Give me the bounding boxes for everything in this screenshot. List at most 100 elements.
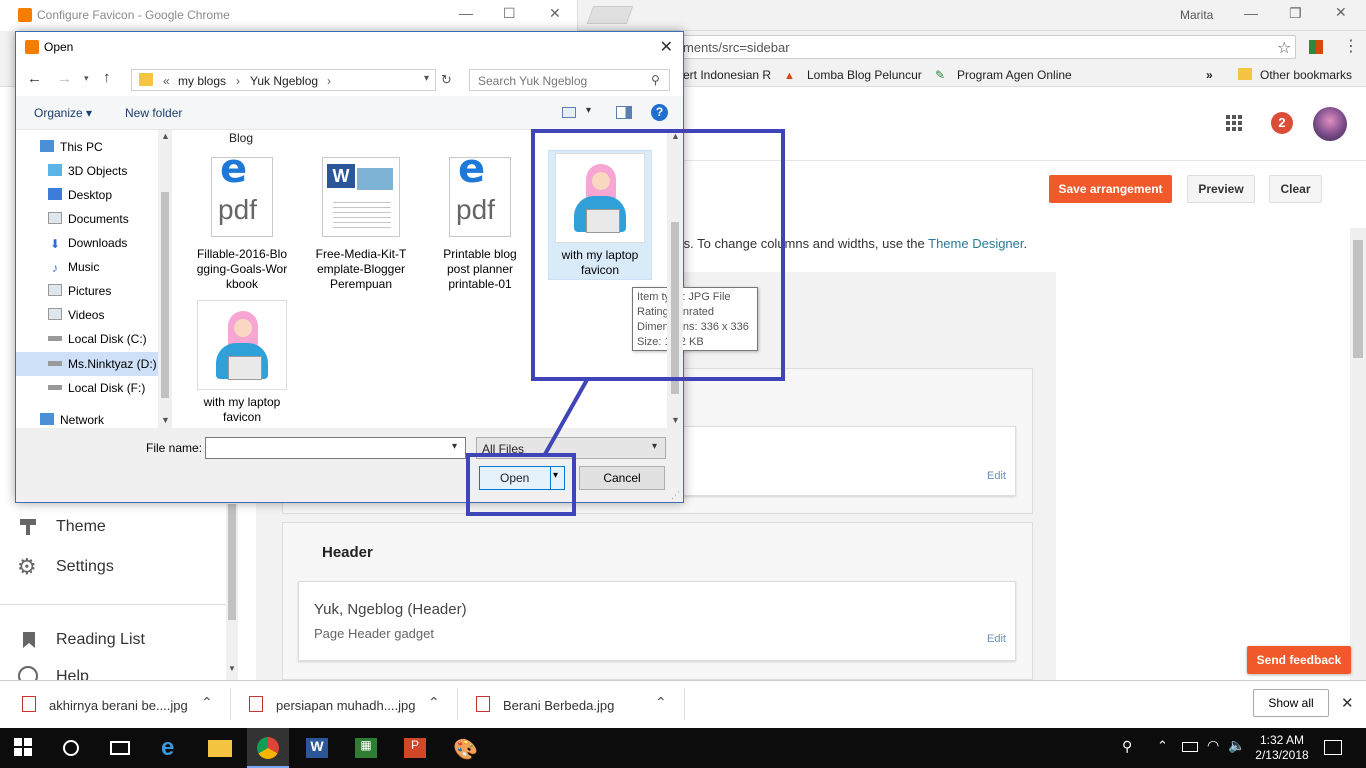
extension-icon[interactable]	[1309, 40, 1323, 54]
back-arrow-icon[interactable]: ←	[27, 70, 42, 87]
file-name-input[interactable]: ▾	[205, 437, 466, 459]
scroll-down-icon[interactable]: ▼	[228, 664, 236, 673]
close-icon[interactable]: ✕	[1335, 4, 1347, 21]
chevron-up-icon[interactable]: ⌃	[201, 694, 213, 711]
chevron-down-icon[interactable]: ▾	[424, 73, 429, 84]
search-icon[interactable]	[63, 740, 79, 756]
preview-button[interactable]: Preview	[1187, 175, 1255, 203]
resize-grip-icon[interactable]: ⋰	[671, 490, 680, 501]
help-icon[interactable]: ?	[651, 104, 668, 121]
cancel-button[interactable]: Cancel	[579, 466, 665, 490]
tree-item-desktop[interactable]: Desktop	[48, 188, 112, 202]
other-bookmarks[interactable]: Other bookmarks	[1260, 68, 1352, 82]
tree-item-videos[interactable]: Videos	[48, 308, 104, 322]
download-item[interactable]: akhirnya berani be....jpg ⌃	[20, 690, 225, 720]
chevron-up-icon[interactable]: ⌃	[655, 694, 667, 711]
sidebar-item-theme[interactable]: Theme	[0, 512, 226, 542]
file-explorer-icon[interactable]	[208, 740, 232, 757]
download-item[interactable]: Berani Berbeda.jpg ⌃	[474, 690, 679, 720]
tree-item-documents[interactable]: Documents	[48, 212, 129, 226]
refresh-icon[interactable]: ↻	[441, 72, 452, 88]
tree-scrollbar[interactable]: ▲ ▼	[158, 130, 172, 428]
sidebar-item-help[interactable]: Help	[0, 666, 226, 680]
preview-pane-icon[interactable]	[616, 106, 632, 119]
scroll-down-icon[interactable]: ▼	[671, 415, 680, 425]
scroll-up-icon[interactable]: ▲	[161, 131, 170, 141]
minimize-icon[interactable]: —	[459, 5, 473, 21]
spreadsheet-icon[interactable]: ▦	[355, 738, 377, 758]
menu-icon[interactable]: ⋮	[1343, 36, 1359, 56]
chevron-down-icon[interactable]: ▾	[84, 73, 89, 84]
close-icon[interactable]: ✕	[660, 37, 673, 57]
download-item[interactable]: persiapan muhadh....jpg ⌃	[247, 690, 452, 720]
notification-badge[interactable]: 2	[1271, 112, 1293, 134]
chevron-up-icon[interactable]: ⌃	[428, 694, 440, 711]
profile-name[interactable]: Marita	[1180, 8, 1213, 22]
new-tab-button[interactable]	[586, 6, 634, 24]
tree-item-3d-objects[interactable]: 3D Objects	[48, 164, 127, 178]
breadcrumb-overflow[interactable]: «	[163, 74, 170, 88]
sidebar-item-reading-list[interactable]: Reading List	[0, 625, 226, 655]
maximize-icon[interactable]: ☐	[503, 5, 516, 22]
wifi-icon[interactable]: ◠	[1207, 737, 1219, 754]
send-feedback-button[interactable]: Send feedback	[1247, 646, 1351, 674]
restore-icon[interactable]: ❐	[1289, 5, 1302, 22]
clock[interactable]: 1:32 AM 2/13/2018	[1252, 733, 1312, 763]
people-icon[interactable]: ⚲	[1122, 738, 1132, 755]
powerpoint-icon[interactable]: P	[404, 738, 426, 758]
new-folder-button[interactable]: New folder	[125, 106, 182, 120]
header-gadget-card[interactable]: Yuk, Ngeblog (Header) Page Header gadget…	[298, 581, 1016, 661]
chrome-taskbar-button[interactable]	[247, 728, 289, 768]
up-arrow-icon[interactable]: ↑	[103, 69, 111, 86]
windows-start-icon[interactable]	[14, 738, 32, 756]
edit-link[interactable]: Edit	[987, 633, 1006, 645]
tree-item-network[interactable]: Network	[40, 413, 104, 427]
chevron-down-icon[interactable]: ▾	[452, 441, 457, 452]
close-icon[interactable]: ✕	[1341, 694, 1354, 712]
page-scrollbar[interactable]	[1350, 228, 1366, 680]
tree-item-drive-d[interactable]: Ms.Ninktyaz (D:)	[48, 357, 157, 371]
address-bar[interactable]: ments/src=sidebar	[672, 35, 1296, 59]
search-input[interactable]: Search Yuk Ngeblog ⚲	[469, 69, 670, 91]
forward-arrow-icon[interactable]: →	[57, 70, 72, 87]
avatar[interactable]	[1313, 107, 1347, 141]
bookmark-item[interactable]: Lomba Blog Peluncur	[807, 68, 922, 82]
file-item[interactable]: e pdf Fillable-2016-Blo gging-Goals-Wor k…	[193, 149, 291, 292]
volume-icon[interactable]: 🔈	[1228, 737, 1245, 754]
file-item[interactable]: with my laptop favicon	[193, 300, 291, 425]
edit-link[interactable]: Edit	[987, 470, 1006, 482]
breadcrumb-item[interactable]: my blogs	[178, 74, 226, 88]
paint-icon[interactable]: 🎨	[453, 737, 478, 762]
chevron-down-icon[interactable]: ▾	[586, 105, 591, 116]
battery-icon[interactable]	[1182, 742, 1198, 752]
file-item[interactable]: W Free-Media-Kit-T emplate-Blogger Perem…	[312, 157, 410, 292]
tree-item-local-disk-f[interactable]: Local Disk (F:)	[48, 381, 145, 395]
action-center-icon[interactable]	[1324, 740, 1342, 755]
breadcrumb[interactable]: « my blogs › Yuk Ngeblog › ▾	[131, 69, 436, 91]
sidebar-item-settings[interactable]: ⚙ Settings	[0, 552, 226, 582]
tree-item-music[interactable]: ♪ Music	[48, 260, 99, 274]
close-icon[interactable]: ✕	[549, 5, 561, 22]
tree-item-local-disk-c[interactable]: Local Disk (C:)	[48, 332, 147, 346]
view-options-icon[interactable]	[562, 107, 576, 118]
chevron-up-icon[interactable]: ⌃	[1157, 738, 1168, 754]
word-icon[interactable]: W	[306, 738, 328, 758]
show-all-button[interactable]: Show all	[1253, 689, 1329, 717]
tree-item-pictures[interactable]: Pictures	[48, 284, 111, 298]
minimize-icon[interactable]: —	[1244, 5, 1258, 21]
sidebar-scrollbar[interactable]	[226, 504, 238, 680]
task-view-icon[interactable]	[110, 741, 130, 755]
edge-icon[interactable]: e	[161, 734, 174, 762]
bookmark-item[interactable]: Program Agen Online	[957, 68, 1072, 82]
bookmark-item[interactable]: ert Indonesian R	[683, 68, 771, 82]
clear-button[interactable]: Clear	[1269, 175, 1322, 203]
tree-item-downloads[interactable]: ⬇ Downloads	[48, 236, 127, 250]
file-item[interactable]: e pdf Printable blog post planner printab…	[431, 149, 529, 292]
save-arrangement-button[interactable]: Save arrangement	[1049, 175, 1172, 203]
organize-menu[interactable]: Organize ▾	[34, 106, 92, 120]
tree-item-this-pc[interactable]: This PC	[40, 140, 103, 154]
apps-grid-icon[interactable]	[1226, 115, 1242, 131]
bookmarks-overflow-icon[interactable]: »	[1206, 68, 1213, 82]
scroll-down-icon[interactable]: ▼	[161, 415, 170, 425]
bookmark-star-icon[interactable]: ☆	[1277, 38, 1291, 58]
